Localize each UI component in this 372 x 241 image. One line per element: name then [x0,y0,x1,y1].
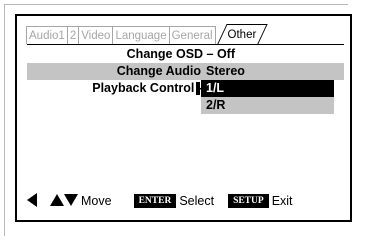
footer-legend: Move ENTER Select SETUP Exit [26,192,293,210]
setting-change-osd[interactable]: Change OSD – Off [27,46,344,63]
option-1l-selected[interactable]: 1/L [201,80,334,97]
tab-other[interactable]: Other [216,24,267,44]
tab-underline [27,44,344,45]
exit-label: Exit [271,194,293,208]
setting-change-audio-label: Change Audio [116,64,201,78]
up-arrow-icon [50,193,64,210]
select-label: Select [179,194,215,208]
tab-video[interactable]: Video [79,26,114,44]
tab-audio1[interactable]: Audio1 [26,26,68,44]
down-arrow-icon [64,193,78,210]
tab-audio2[interactable]: 2 [67,26,80,44]
tab-language[interactable]: Language [113,26,170,44]
option-stereo[interactable]: Stereo [201,63,334,80]
tab-other-label: Other [227,29,256,41]
tab-general[interactable]: General [169,26,216,44]
setup-key: SETUP [228,194,269,208]
enter-key: ENTER [133,194,177,208]
tab-bar: Audio1 2 Video Language General Other [26,24,267,44]
option-2r[interactable]: 2/R [201,97,334,114]
move-label: Move [81,194,112,208]
left-arrow-icon [26,192,38,210]
setup-menu-screen: Audio1 2 Video Language General Other Ch… [15,14,352,222]
setting-change-osd-label: Change OSD – Off [126,47,235,61]
selection-cursor [196,82,200,95]
setting-playback-control-label: Playback Control - [92,81,202,95]
